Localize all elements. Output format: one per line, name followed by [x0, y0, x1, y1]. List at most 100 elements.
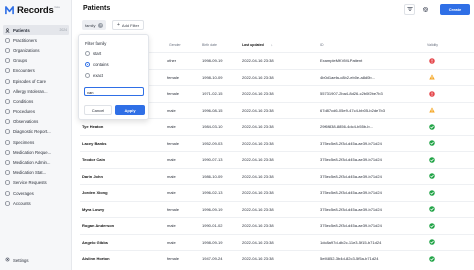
table-row[interactable]: Myra Lowry female 1996-09-19 2022-04-16 23:…: [80, 200, 474, 217]
settings-button[interactable]: [420, 4, 431, 15]
column-header-gender[interactable]: Gender: [169, 43, 181, 47]
patient-birth-date: 1952-09-03: [202, 140, 223, 146]
check-circle-icon: [429, 189, 435, 196]
patient-gender: female: [167, 91, 180, 96]
sidebar-item-label: Groups: [13, 58, 28, 64]
column-header-last-updated[interactable]: Last updated: [242, 43, 264, 47]
patient-last-updated: 2022-04-16 23:38: [242, 256, 274, 261]
sidebar-item-medication-admin[interactable]: Medication Admin...: [3, 157, 69, 167]
sidebar-item-observations[interactable]: Observations: [3, 117, 69, 127]
filter-chip-family[interactable]: family ×: [82, 20, 107, 30]
pill-icon: [5, 160, 10, 165]
sliders-icon: [406, 6, 413, 13]
sidebar-item-label: Observations: [13, 119, 39, 125]
sidebar-item-label: Diagnostic Report...: [13, 129, 51, 135]
sidebar-item-service-requests[interactable]: Service Requests: [3, 178, 69, 188]
sidebar-nav: Patients 2024 Practitioners Organizations Gr…: [3, 25, 69, 208]
radio-contains-label: contains: [93, 62, 109, 67]
sidebar-item-patients[interactable]: Patients 2024: [3, 25, 69, 36]
settings-icon: [5, 257, 10, 263]
patient-birth-date: 1990-07-13: [202, 157, 223, 162]
patient-gender: female: [167, 256, 180, 261]
radio-start[interactable]: start: [85, 51, 101, 56]
table-row[interactable]: Teodor Cain male 1990-07-13 2022-04-16 23:3…: [80, 151, 474, 167]
sidebar-item-groups[interactable]: Groups: [3, 56, 69, 66]
patient-birth-date: 1986-10-09: [202, 173, 223, 179]
column-header-birth-date[interactable]: Birth date: [202, 43, 217, 47]
sidebar-item-label: Medication Stat...: [13, 170, 47, 176]
sort-desc-icon[interactable]: ↓: [271, 43, 273, 47]
table-row[interactable]: Jorden Xiong male 1996-02-13 2022-04-16 23:…: [80, 184, 474, 200]
patient-id: 55731907-2ba4-8d26-c2b0f2be7b3: [320, 91, 383, 96]
check-circle-icon: [429, 140, 435, 146]
table-row[interactable]: Tye Heaton male 1984-03-10 2022-04-16 23:38…: [80, 118, 474, 134]
patient-gender: other: [167, 58, 177, 63]
filter-value-input[interactable]: van: [84, 87, 144, 96]
table-row[interactable]: Darin John male 1986-10-09 2022-04-16 23:38…: [80, 167, 474, 184]
sidebar-item-medication-reque[interactable]: Medication Reque...: [3, 147, 69, 157]
column-header-id[interactable]: ID: [320, 43, 324, 47]
radio-contains-dot[interactable]: [85, 62, 90, 67]
table-row[interactable]: Rogan Anderson male 1990-01-02 2022-04-16 2…: [80, 217, 474, 233]
specimen-icon: [5, 140, 10, 145]
patient-id: 375ec5e8-2f3d-d45a-ae39-b71d24: [320, 140, 382, 146]
patient-id: ExampleMKVMLPatient: [320, 58, 363, 63]
radio-start-dot[interactable]: [85, 51, 90, 56]
sidebar-item-label: Conditions: [13, 98, 34, 104]
patient-id: 5ef4852-3b4d-82c3-5f5a-b71d24: [320, 256, 379, 261]
check-circle-icon: [429, 173, 435, 179]
patient-birth-date: 1996-02-13: [202, 190, 223, 195]
brand[interactable]: Records beta: [5, 3, 60, 17]
radio-contains[interactable]: contains: [85, 62, 109, 67]
sidebar-item-conditions[interactable]: Conditions: [3, 96, 69, 106]
sidebar: Records beta Patients 2024 Practitioners Or…: [0, 0, 72, 270]
check-circle-icon: [429, 239, 435, 245]
table-row[interactable]: Angelo Gibbs male 1998-09-19 2022-04-16 23:…: [80, 233, 474, 250]
patient-id: 375ec5e8-2f3d-d45a-ae39-b71d24: [320, 206, 382, 212]
error-icon: [429, 90, 435, 97]
create-button[interactable]: Create: [440, 4, 470, 15]
apply-button[interactable]: Apply: [115, 105, 145, 115]
table-row[interactable]: Lacey Banks female 1952-09-03 2022-04-16 23…: [80, 134, 474, 151]
sidebar-item-procedures[interactable]: Procedures: [3, 107, 69, 117]
sidebar-item-coverages[interactable]: Coverages: [3, 188, 69, 198]
patient-last-updated: 2022-04-16 23:38: [242, 74, 274, 80]
sidebar-item-diagnostic-report[interactable]: Diagnostic Report...: [3, 127, 69, 137]
patient-name: Tye Heaton: [82, 124, 104, 129]
settings-link[interactable]: Settings: [5, 257, 29, 263]
table-row[interactable]: Aislinn Horton female 1947-09-24 2022-04-16…: [80, 250, 474, 266]
popover-title: Filter family: [85, 41, 107, 46]
sidebar-item-label: Medication Reque...: [13, 149, 52, 155]
report-icon: [5, 129, 10, 135]
patient-name: Myra Lowry: [82, 206, 105, 212]
beta-badge: beta: [54, 6, 60, 9]
patient-name: Jorden Xiong: [82, 190, 108, 195]
sidebar-item-specimens[interactable]: Specimens: [3, 137, 69, 147]
patient-last-updated: 2022-04-16 23:38: [242, 223, 274, 228]
sidebar-item-organizations[interactable]: Organizations: [3, 45, 69, 55]
add-filter-button[interactable]: + Add Filter: [112, 20, 145, 30]
sidebar-item-medication-stat[interactable]: Medication Stat...: [3, 168, 69, 178]
sidebar-item-practitioners[interactable]: Practitioners: [3, 35, 69, 45]
radio-exact-dot[interactable]: [85, 73, 90, 78]
sidebar-item-accounts[interactable]: Accounts: [3, 198, 69, 208]
patient-last-updated: 2022-04-16 23:38: [242, 140, 274, 146]
sidebar-item-allergy-intoleran[interactable]: Allergy Intoleran...: [3, 86, 69, 96]
radio-exact[interactable]: exact: [85, 73, 103, 78]
check-circle-icon: [429, 222, 435, 229]
sidebar-item-encounters[interactable]: Encounters: [3, 66, 69, 76]
add-filter-label: Add Filter: [121, 22, 140, 28]
patient-name: Teodor Cain: [82, 157, 106, 162]
patient-birth-date: 1998-09-19: [202, 239, 223, 245]
remove-filter-icon[interactable]: ×: [98, 22, 104, 28]
settings-label: Settings: [13, 257, 29, 263]
cancel-button[interactable]: Cancel: [84, 105, 112, 115]
allergy-icon: [5, 89, 10, 94]
column-header-validity[interactable]: Validity: [427, 43, 438, 47]
heart-icon: [5, 99, 10, 104]
header-actions: [404, 4, 436, 15]
sidebar-item-label: Organizations: [13, 47, 40, 53]
sidebar-item-episodes-of-care[interactable]: Episodes of Care: [3, 76, 69, 86]
filter-settings-button[interactable]: [404, 4, 415, 15]
patient-id: 375ec5e8-2f3d-d45a-ae39-b71d24: [320, 190, 382, 195]
